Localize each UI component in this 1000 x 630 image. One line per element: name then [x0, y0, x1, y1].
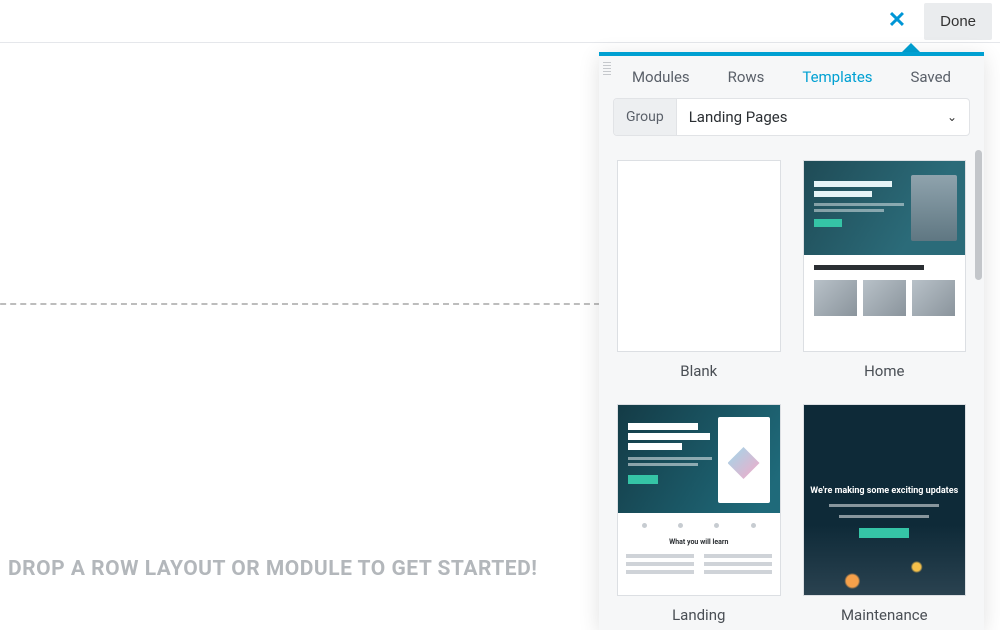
template-landing[interactable]: What you will learn Landing — [617, 404, 781, 624]
template-maintenance-label: Maintenance — [803, 606, 967, 624]
template-home-label: Home — [803, 362, 967, 380]
panel-tabs: Modules Rows Templates Saved — [599, 56, 984, 98]
tab-templates[interactable]: Templates — [802, 68, 872, 86]
group-filter: Group Landing Pages ⌄ — [613, 98, 970, 136]
template-blank[interactable]: Blank — [617, 160, 781, 380]
template-gallery-wrap: Blank Home What you will learn — [599, 146, 984, 630]
chevron-down-icon: ⌄ — [947, 110, 957, 124]
template-maintenance[interactable]: We're making some exciting updates Maint… — [803, 404, 967, 624]
drop-zone-divider — [0, 303, 600, 305]
template-home[interactable]: Home — [803, 160, 967, 380]
panel-pointer-icon — [902, 43, 920, 52]
template-landing-thumb: What you will learn — [617, 404, 781, 596]
template-home-thumb — [803, 160, 967, 352]
empty-drop-message: DROP A ROW LAYOUT OR MODULE TO GET START… — [8, 557, 537, 581]
drag-handle-icon[interactable] — [603, 62, 611, 76]
done-button[interactable]: Done — [924, 3, 992, 40]
template-landing-label: Landing — [617, 606, 781, 624]
topbar: ✕ Done — [0, 0, 1000, 43]
template-maintenance-thumb: We're making some exciting updates — [803, 404, 967, 596]
template-blank-label: Blank — [617, 362, 781, 380]
template-blank-thumb — [617, 160, 781, 352]
tab-rows[interactable]: Rows — [728, 68, 765, 86]
tab-saved[interactable]: Saved — [910, 68, 951, 86]
template-gallery: Blank Home What you will learn — [599, 146, 984, 630]
content-panel: Modules Rows Templates Saved Group Landi… — [599, 52, 984, 630]
close-icon[interactable]: ✕ — [880, 6, 914, 36]
group-select[interactable]: Landing Pages ⌄ — [677, 99, 969, 135]
scrollbar[interactable] — [975, 150, 982, 280]
tab-modules[interactable]: Modules — [632, 68, 690, 86]
group-selected-value: Landing Pages — [689, 108, 788, 126]
group-label: Group — [614, 99, 677, 135]
